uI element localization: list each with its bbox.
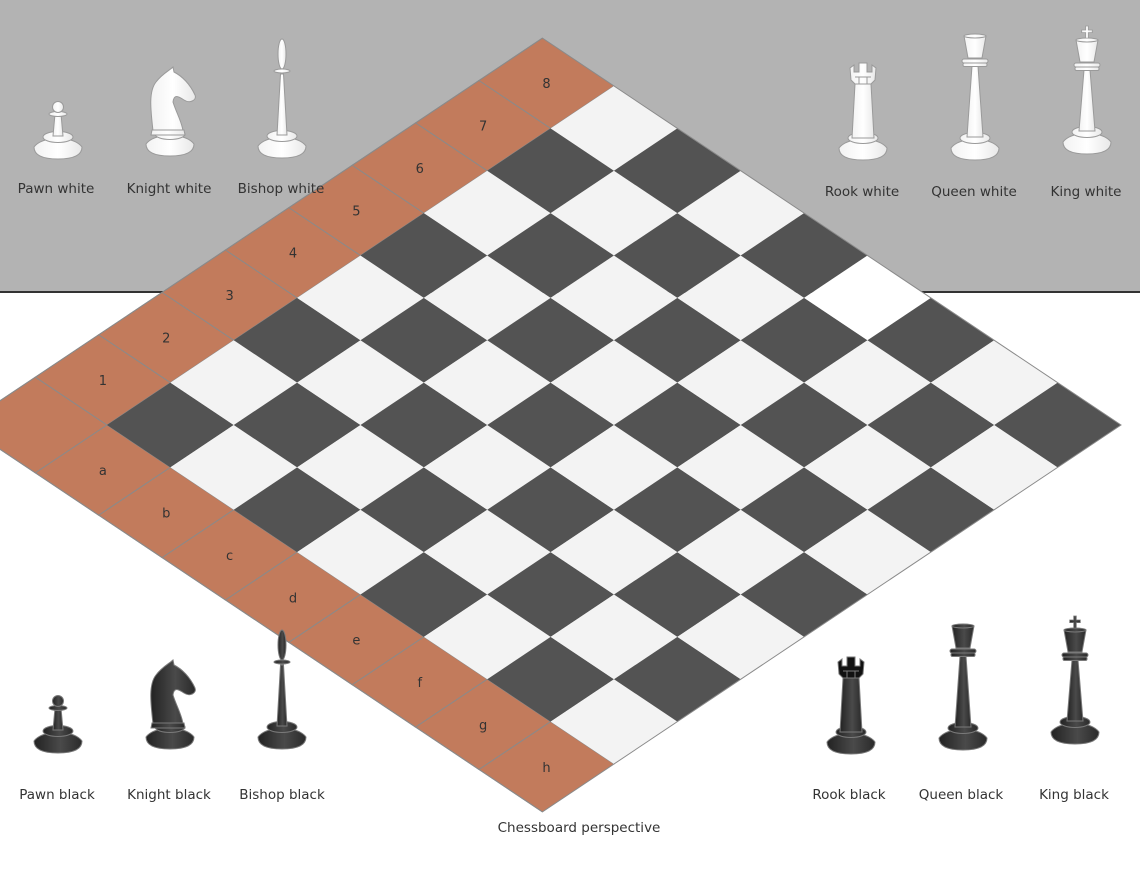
- file-label-a: a: [99, 464, 107, 479]
- file-label-c: c: [226, 549, 233, 564]
- bishop-white-label: Bishop white: [237, 181, 325, 197]
- file-label-d: d: [289, 591, 297, 606]
- king-black-label: King black: [1039, 787, 1109, 803]
- diagram-caption: Chessboard perspective: [497, 820, 661, 836]
- king-black-icon: [1045, 614, 1105, 754]
- bishop-black-label: Bishop black: [239, 787, 325, 803]
- queen-white-icon: [945, 30, 1005, 170]
- bishop-black-icon: [252, 627, 312, 752]
- rank-label-1: 1: [99, 374, 107, 389]
- queen-black-label: Queen black: [918, 787, 1004, 803]
- king-white-icon: [1057, 24, 1117, 164]
- pawn-black-icon: [28, 686, 88, 756]
- queen-black-icon: [933, 620, 993, 760]
- queen-white-label: Queen white: [931, 184, 1017, 200]
- knight-black-label: Knight black: [127, 787, 211, 803]
- rank-label-8: 8: [542, 77, 550, 92]
- pawn-white-label: Pawn white: [17, 181, 95, 197]
- knight-white-label: Knight white: [126, 181, 212, 197]
- rank-label-3: 3: [225, 289, 233, 304]
- file-label-h: h: [542, 761, 550, 776]
- rook-white-label: Rook white: [824, 184, 900, 200]
- pawn-white-icon: [28, 92, 88, 162]
- rank-label-5: 5: [352, 204, 360, 219]
- rank-label-7: 7: [479, 120, 487, 135]
- file-label-e: e: [352, 634, 360, 649]
- king-white-label: King white: [1050, 184, 1122, 200]
- bishop-white-icon: [252, 36, 312, 161]
- rank-label-6: 6: [416, 162, 424, 177]
- rook-black-label: Rook black: [812, 787, 886, 803]
- file-label-g: g: [479, 718, 487, 733]
- rank-label-4: 4: [289, 247, 297, 262]
- rook-white-icon: [833, 60, 893, 165]
- pawn-black-label: Pawn black: [19, 787, 95, 803]
- rook-black-icon: [821, 654, 881, 759]
- file-label-f: f: [418, 676, 423, 691]
- file-label-b: b: [162, 507, 170, 522]
- knight-black-icon: [140, 655, 200, 755]
- knight-white-icon: [140, 62, 200, 162]
- rank-label-2: 2: [162, 332, 170, 347]
